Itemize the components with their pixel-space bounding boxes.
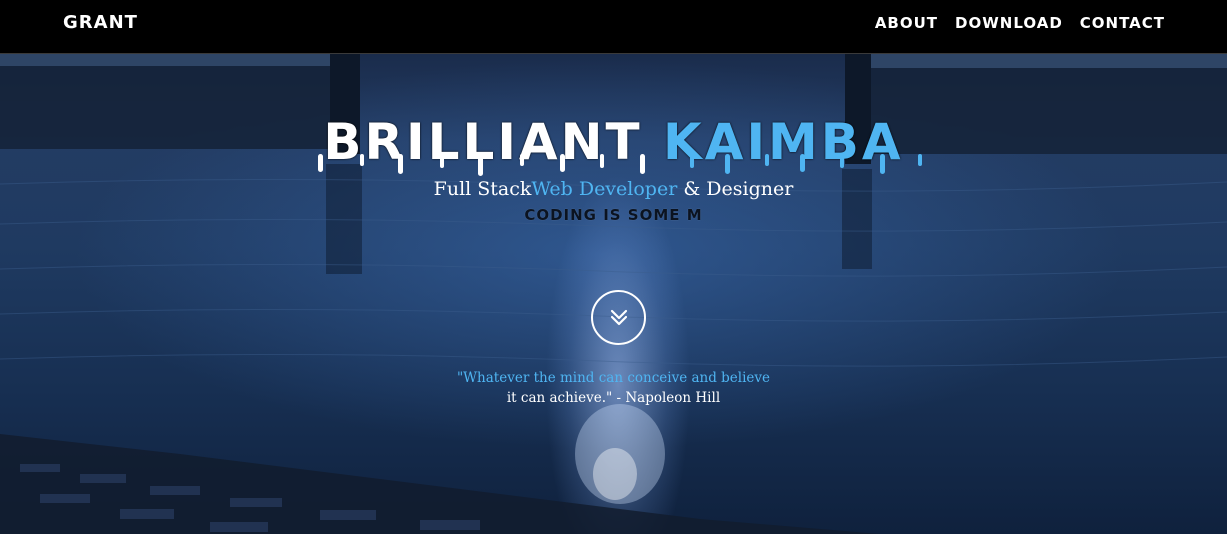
hero-section: BRILLIANT KAIMBA Full StackWeb Developer… [0, 54, 1227, 534]
navbar: GRANT ABOUT DOWNLOAD CONTACT [0, 0, 1227, 54]
subtitle-accent: Web Developer [531, 178, 678, 200]
nav-link-download[interactable]: DOWNLOAD [955, 14, 1063, 32]
subtitle-prefix: Full Stack [433, 178, 532, 200]
scroll-down-button[interactable] [591, 290, 646, 345]
quote-line-1: "Whatever the mind can conceive and beli… [456, 370, 771, 386]
nav-link-contact[interactable]: CONTACT [1080, 14, 1165, 32]
nav-links: ABOUT DOWNLOAD CONTACT [875, 14, 1165, 32]
hero-subtitle: Full StackWeb Developer & Designer [0, 178, 1227, 200]
typing-text: CODING IS SOME M [524, 206, 703, 224]
nav-link-about[interactable]: ABOUT [875, 14, 938, 32]
subtitle-suffix: & Designer [677, 178, 794, 200]
title-drip-decoration [318, 154, 922, 176]
brand-logo[interactable]: GRANT [63, 12, 138, 33]
hero-quote: "Whatever the mind can conceive and beli… [0, 368, 1227, 408]
quote-line-2: it can achieve." - Napoleon Hill [506, 390, 721, 406]
double-chevron-down-icon [610, 309, 628, 326]
